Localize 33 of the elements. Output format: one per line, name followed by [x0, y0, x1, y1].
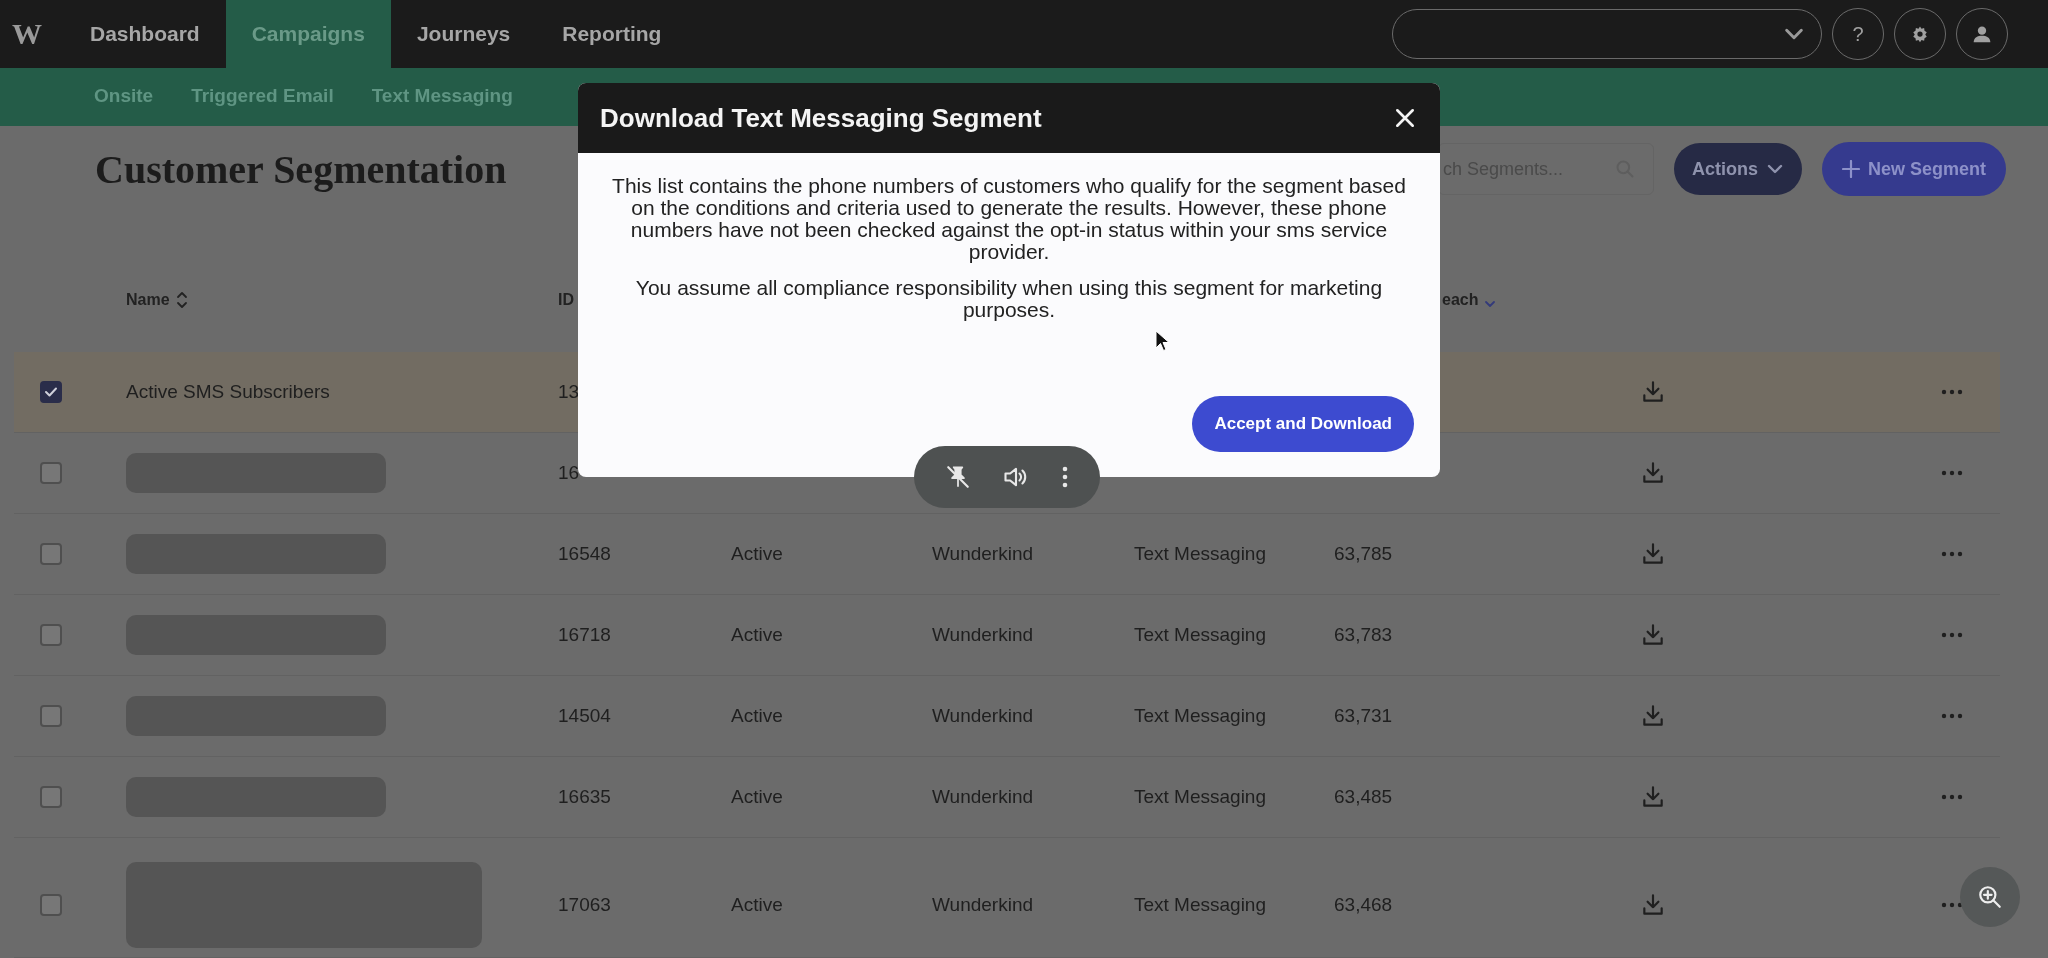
- table-cell: 17063: [558, 894, 611, 916]
- dialog-text: This list contains the phone numbers of customers who qualify for the segment based on the conditions and criteria used to generate the results. However, these phone numbers have not been checked against the opt-in status within your sms service provider.: [611, 175, 1407, 263]
- dialog-title: Download Text Messaging Segment: [600, 102, 1042, 134]
- table-cell: Active: [731, 786, 783, 808]
- table-cell: Text Messaging: [1134, 786, 1266, 808]
- dialog-text: You assume all compliance responsibility when using this segment for marketing purposes.: [634, 277, 1384, 321]
- table-cell: 16: [558, 462, 580, 484]
- table-cell: 13: [558, 381, 580, 403]
- table-cell: 14504: [558, 705, 611, 727]
- table-cell: 16548: [558, 543, 611, 565]
- table-cell: Wunderkind: [932, 786, 1034, 808]
- table-cell: 63,485: [1334, 786, 1393, 808]
- segment-name: Active SMS Subscribers: [126, 381, 330, 403]
- table-cell: Text Messaging: [1134, 894, 1266, 916]
- table-cell: Active: [731, 624, 783, 646]
- table-cell: Wunderkind: [932, 894, 1034, 916]
- table-cell: Active: [731, 705, 783, 727]
- table-cell: 16718: [558, 624, 611, 646]
- table-cell: Active: [731, 543, 783, 565]
- table-cell: Text Messaging: [1134, 705, 1266, 727]
- table-cell: 63,468: [1334, 894, 1393, 916]
- table-cell: Active: [731, 894, 783, 916]
- table-cell: Wunderkind: [932, 624, 1034, 646]
- table-cell: Wunderkind: [932, 705, 1034, 727]
- table-cell: 63,731: [1334, 705, 1393, 727]
- table-cell: Text Messaging: [1134, 624, 1266, 646]
- table-cell: 63,785: [1334, 543, 1393, 565]
- table-cell: Text Messaging: [1134, 543, 1266, 565]
- table-cell: 63,783: [1334, 624, 1393, 646]
- logo: W: [11, 16, 43, 52]
- table-cell: 16635: [558, 786, 611, 808]
- page-title: Customer Segmentation: [95, 145, 507, 193]
- table-cell: Wunderkind: [932, 543, 1034, 565]
